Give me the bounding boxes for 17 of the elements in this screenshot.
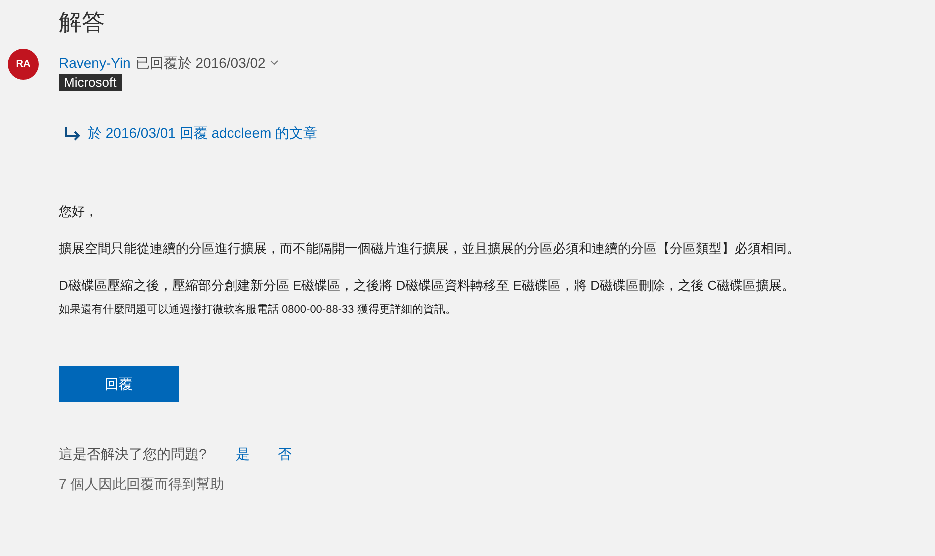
helpful-question: 這是否解決了您的問題? — [59, 445, 207, 464]
body-paragraph: 擴展空間只能從連續的分區進行擴展，而不能隔開一個磁片進行擴展，並且擴展的分區必須和連續的分區【分區類型】必須相同。 — [59, 240, 801, 258]
helped-count: 7 個人因此回覆而得到幫助 — [59, 475, 226, 494]
company-tag: Microsoft — [59, 74, 122, 91]
author-link[interactable]: Raveny-Yin — [59, 53, 131, 73]
body-paragraph: 您好， — [59, 203, 99, 221]
reply-date: 已回覆於 2016/03/02 — [136, 54, 266, 73]
no-link[interactable]: 否 — [278, 444, 292, 465]
chevron-down-icon[interactable] — [270, 60, 279, 66]
avatar: RA — [8, 49, 39, 80]
page-heading: 解答 — [59, 8, 106, 37]
footnote-text: 如果還有什麼問題可以通過撥打微軟客服電話 0800-00-88-33 獲得更詳細的資訊。 — [59, 302, 458, 318]
body-paragraph: D磁碟區壓縮之後，壓縮部分創建新分區 E磁碟區，之後將 D磁碟區資料轉移至 E磁碟區，將 D磁碟區刪除，之後 C磁碟區擴展。 — [59, 277, 796, 295]
yes-link[interactable]: 是 — [236, 444, 250, 465]
in-reply-to-link[interactable]: 於 2016/03/01 回覆 adccleem 的文章 — [88, 123, 318, 144]
reply-button[interactable]: 回覆 — [59, 366, 179, 402]
reply-arrow-icon — [64, 126, 82, 142]
